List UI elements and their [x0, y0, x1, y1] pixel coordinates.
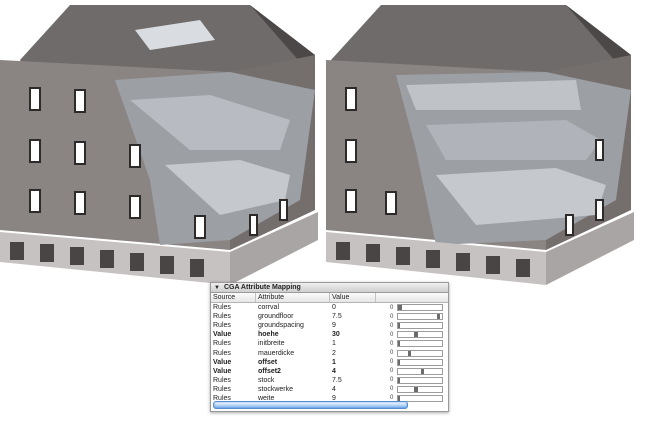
attribute-row[interactable]: Value offset2 4 0: [211, 367, 448, 376]
collapse-triangle-icon[interactable]: ▼: [214, 285, 220, 291]
panel-title: CGA Attribute Mapping: [223, 284, 301, 291]
row-attribute: groundfloor: [258, 313, 294, 321]
row-slider-cell: 0: [376, 385, 448, 393]
panel-titlebar[interactable]: ▼ CGA Attribute Mapping: [211, 283, 448, 293]
row-value-field[interactable]: 4: [330, 367, 376, 376]
slider-fill: [398, 341, 400, 347]
attribute-row[interactable]: Rules corrval 0 0: [211, 303, 448, 312]
row-source: Value: [213, 367, 232, 375]
slider-min-label: 0: [390, 350, 394, 357]
slider-fill: [398, 377, 400, 383]
horizontal-scrollbar[interactable]: [213, 401, 408, 409]
row-slider-cell: 0: [376, 331, 448, 339]
attribute-row[interactable]: Rules stockwerke 4 0: [211, 385, 448, 394]
row-slider-cell: 0: [376, 304, 448, 312]
attribute-row[interactable]: Rules stock 7.5 0: [211, 376, 448, 385]
row-source: Rules: [213, 385, 231, 393]
row-value-field[interactable]: 1: [330, 339, 376, 348]
attribute-row[interactable]: Value offset 1 0: [211, 358, 448, 367]
row-attribute: stock: [258, 376, 275, 384]
row-slider-cell: 0: [376, 358, 448, 366]
row-source: Rules: [213, 340, 231, 348]
slider-fill: [407, 350, 412, 356]
value-slider[interactable]: [397, 376, 443, 384]
row-value-field[interactable]: 0: [330, 303, 376, 312]
row-source: Value: [213, 358, 232, 366]
row-value-field[interactable]: 4: [330, 385, 376, 394]
building-render-damaged: [326, 5, 634, 285]
slider-min-label: 0: [390, 340, 394, 347]
cga-attribute-mapping-panel: ▼ CGA Attribute Mapping Source Attribute…: [210, 282, 449, 412]
value-slider[interactable]: [397, 322, 443, 330]
row-value-field[interactable]: 30: [330, 330, 376, 339]
row-source: Value: [213, 331, 232, 339]
row-attribute: hoehe: [258, 331, 279, 339]
row-attribute: initbreite: [258, 340, 285, 348]
row-slider-cell: 0: [376, 340, 448, 348]
row-source: Rules: [213, 376, 231, 384]
column-header-source[interactable]: Source: [211, 293, 256, 302]
slider-min-label: 0: [390, 313, 394, 320]
row-attribute: corrval: [258, 304, 280, 312]
slider-fill: [398, 305, 402, 311]
value-slider[interactable]: [397, 331, 443, 339]
row-source: Rules: [213, 313, 231, 321]
row-attribute: groundspacing: [258, 322, 304, 330]
row-slider-cell: 0: [376, 376, 448, 384]
slider-min-label: 0: [390, 377, 394, 384]
row-attribute: mauerdicke: [258, 349, 295, 357]
value-slider[interactable]: [397, 367, 443, 375]
value-slider[interactable]: [397, 313, 443, 321]
attribute-row[interactable]: Rules groundfloor 7.5 0: [211, 312, 448, 321]
row-slider-cell: 0: [376, 349, 448, 357]
attribute-row[interactable]: Rules mauerdicke 2 0: [211, 348, 448, 357]
value-slider[interactable]: [397, 304, 443, 312]
table-header: Source Attribute Value: [211, 293, 448, 303]
row-value-field[interactable]: 2: [330, 349, 376, 358]
column-header-value[interactable]: Value: [330, 293, 376, 302]
slider-fill: [414, 386, 418, 392]
value-slider[interactable]: [397, 340, 443, 348]
row-value-field[interactable]: 1: [330, 358, 376, 367]
attribute-row[interactable]: Rules groundspacing 9 0: [211, 321, 448, 330]
scrollbar-thumb[interactable]: [215, 403, 406, 407]
value-slider[interactable]: [397, 349, 443, 357]
slider-fill: [437, 314, 440, 320]
row-slider-cell: 0: [376, 367, 448, 375]
attribute-row[interactable]: Value hoehe 30 0: [211, 330, 448, 339]
slider-min-label: 0: [390, 322, 394, 329]
row-slider-cell: 0: [376, 313, 448, 321]
value-slider[interactable]: [397, 385, 443, 393]
row-value-field[interactable]: 7.5: [330, 312, 376, 321]
slider-min-label: 0: [390, 386, 394, 393]
column-header-slider: [376, 293, 448, 302]
row-slider-cell: 0: [376, 322, 448, 330]
slider-fill: [398, 323, 400, 329]
slider-min-label: 0: [390, 359, 394, 366]
slider-fill: [398, 359, 400, 365]
slider-min-label: 0: [390, 368, 394, 375]
value-slider[interactable]: [397, 358, 443, 366]
row-attribute: offset2: [258, 367, 281, 375]
row-value-field[interactable]: 7.5: [330, 376, 376, 385]
column-header-attribute[interactable]: Attribute: [256, 293, 330, 302]
row-source: Rules: [213, 349, 231, 357]
slider-fill: [420, 368, 425, 374]
slider-fill: [414, 332, 418, 338]
row-attribute: stockwerke: [258, 385, 294, 393]
building-render-intact: [0, 5, 318, 285]
row-value-field[interactable]: 9: [330, 321, 376, 330]
attribute-row[interactable]: Rules initbreite 1 0: [211, 339, 448, 348]
row-source: Rules: [213, 322, 231, 330]
row-attribute: offset: [258, 358, 278, 366]
slider-min-label: 0: [390, 304, 394, 311]
attribute-rows: Rules corrval 0 0 Rules groundfloor 7.5 0 Rules g…: [211, 303, 448, 403]
row-source: Rules: [213, 304, 231, 312]
slider-min-label: 0: [390, 331, 394, 338]
